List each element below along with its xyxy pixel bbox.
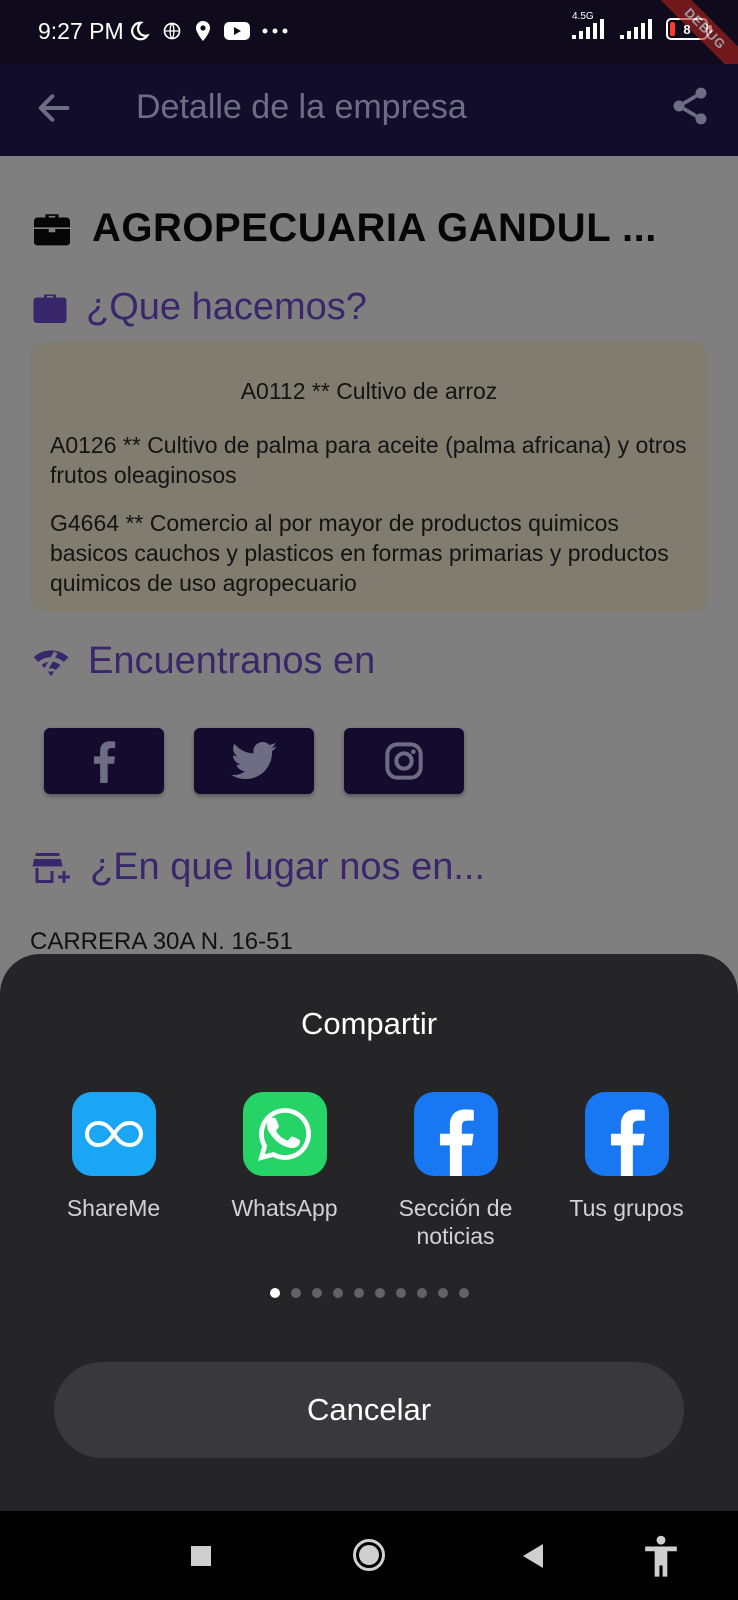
share-app-grid: ShareMe WhatsApp Sección de noticias Tus… (28, 1092, 712, 1250)
share-app-label: ShareMe (66, 1195, 161, 1221)
briefcase-icon (33, 294, 67, 323)
section-what-we-do: ¿Que hacemos? (32, 286, 367, 329)
facebook-icon (93, 741, 116, 783)
cancel-button[interactable]: Cancelar (54, 1362, 684, 1458)
page-title: Detalle de la empresa (136, 88, 467, 126)
app-bar: Detalle de la empresa (0, 64, 738, 156)
page-dot (416, 1288, 427, 1298)
network-label: 4.5G (572, 11, 594, 22)
status-bar: 9:27 PM 4.5G 8 DEBUG (0, 0, 738, 83)
shareme-icon (71, 1092, 156, 1176)
share-app-shareme[interactable]: ShareMe (28, 1092, 199, 1250)
wifi-icon (33, 649, 69, 676)
status-icons-right: 4.5G 8 (572, 11, 712, 40)
signal-icon (572, 19, 604, 39)
twitter-icon (231, 742, 277, 780)
section-title-what-we-do: ¿Que hacemos? (86, 286, 367, 328)
page-dot (269, 1288, 280, 1298)
arrow-back-icon[interactable] (34, 88, 74, 128)
share-app-facebook-groups[interactable]: Tus grupos (541, 1092, 712, 1250)
page-dot (290, 1288, 301, 1298)
briefcase-icon (34, 213, 70, 245)
twitter-button[interactable] (194, 728, 314, 794)
page-dot (353, 1288, 364, 1298)
status-time: 9:27 PM (38, 18, 124, 44)
more-dots-icon (262, 28, 288, 34)
globe-icon (163, 22, 181, 40)
activity-item: G4664 ** Comercio al por mayor de produc… (50, 510, 669, 596)
share-app-facebook-news[interactable]: Sección de noticias (370, 1092, 541, 1250)
back-icon[interactable] (522, 1543, 544, 1569)
company-detail: AGROPECUARIA GANDUL ... ¿Que hacemos? A0… (0, 156, 738, 956)
page-indicator (0, 1288, 738, 1298)
page-dot (458, 1288, 469, 1298)
activities-card: A0112 ** Cultivo de arroz A0126 ** Culti… (30, 342, 708, 612)
instagram-icon (385, 742, 423, 780)
share-sheet-title: Compartir (300, 1006, 438, 1041)
company-header: AGROPECUARIA GANDUL ... (32, 206, 657, 251)
page-dot (437, 1288, 448, 1298)
section-title-location: ¿En que lugar nos en... (90, 846, 486, 888)
youtube-icon (224, 22, 250, 40)
share-app-label: Tus grupos (569, 1195, 684, 1221)
battery-level: 8 (683, 21, 691, 37)
system-nav-bar (0, 1511, 738, 1600)
instagram-button[interactable] (344, 728, 464, 794)
share-sheet: Compartir ShareMe WhatsApp Sección de no… (0, 954, 738, 1511)
section-find-us: Encuentranos en (32, 640, 375, 683)
recents-icon[interactable] (190, 1545, 212, 1567)
signal-icon (620, 19, 652, 39)
store-add-icon (32, 852, 70, 883)
status-icons-left (128, 20, 288, 42)
page-dot (395, 1288, 406, 1298)
section-title-find-us: Encuentranos en (88, 640, 376, 682)
share-app-label: Sección de noticias (398, 1195, 513, 1249)
page-dot (374, 1288, 385, 1298)
address-text: CARRERA 30A N. 16-51 (30, 928, 293, 955)
activity-item: A0112 ** Cultivo de arroz (240, 378, 498, 404)
facebook-icon (584, 1092, 669, 1176)
whatsapp-icon (242, 1092, 327, 1176)
activity-item: A0126 ** Cultivo de palma para aceite (p… (50, 432, 687, 488)
home-icon[interactable] (352, 1538, 386, 1572)
social-buttons (44, 728, 464, 794)
section-location: ¿En que lugar nos en... (32, 846, 485, 889)
facebook-icon (413, 1092, 498, 1176)
accessibility-icon[interactable] (642, 1535, 680, 1577)
facebook-button[interactable] (44, 728, 164, 794)
moon-icon (131, 21, 150, 41)
share-app-whatsapp[interactable]: WhatsApp (199, 1092, 370, 1250)
location-icon (196, 21, 210, 41)
share-app-label: WhatsApp (231, 1195, 338, 1221)
page-dot (332, 1288, 343, 1298)
company-name: AGROPECUARIA GANDUL ... (92, 206, 657, 250)
share-icon[interactable] (668, 84, 712, 128)
signal-1: 4.5G (572, 11, 604, 39)
page-dot (311, 1288, 322, 1298)
